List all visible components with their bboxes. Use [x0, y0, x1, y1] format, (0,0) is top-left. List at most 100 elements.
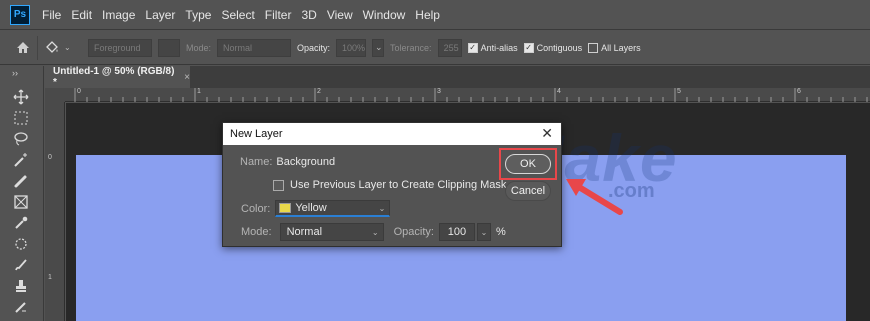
fill-source-select[interactable]: Foreground	[88, 38, 152, 57]
unchecked-box-icon	[588, 42, 599, 53]
tolerance-label: Tolerance:	[390, 42, 432, 53]
clipping-mask-row[interactable]: Use Previous Layer to Create Clipping Ma…	[273, 179, 506, 191]
mode-select[interactable]: Normal	[217, 38, 292, 57]
percent-label: %	[495, 226, 506, 238]
color-select[interactable]: Yellow ⌄	[275, 200, 391, 217]
vertical-ruler: 0 1	[45, 102, 65, 321]
magic-wand-tool[interactable]	[10, 151, 32, 169]
magic-wand-icon	[14, 153, 27, 167]
chevron-down-icon: ⌄	[64, 43, 71, 52]
ruler-number: 2	[317, 88, 321, 95]
opacity-dropdown[interactable]: ⌄	[476, 223, 491, 241]
move-icon	[13, 89, 29, 105]
menu-edit[interactable]: Edit	[66, 0, 97, 30]
opacity-input[interactable]: 100%	[336, 38, 367, 57]
document-tab-bar: Untitled-1 @ 50% (RGB/8) * ×	[45, 66, 870, 88]
healing-brush-icon	[14, 175, 27, 188]
checkmark-icon: ✓	[523, 42, 534, 53]
tool-preset-picker[interactable]: ⌄	[44, 36, 82, 60]
opacity-input[interactable]: 100	[438, 223, 475, 241]
menu-3d[interactable]: 3D	[296, 0, 321, 30]
all-layers-checkbox[interactable]: All Layers	[588, 42, 641, 53]
brush-tool[interactable]	[10, 256, 32, 274]
menu-bar: Ps File Edit Image Layer Type Select Fil…	[0, 0, 870, 30]
ok-button[interactable]: OK	[505, 154, 551, 174]
dialog-title: New Layer	[230, 128, 283, 140]
mode-label: Mode:	[186, 42, 212, 53]
opacity-label: Opacity:	[297, 42, 331, 53]
menu-filter[interactable]: Filter	[260, 0, 297, 30]
close-icon[interactable]: ×	[184, 72, 190, 83]
annotation-arrow-icon	[566, 179, 623, 215]
patch-tool[interactable]	[10, 235, 32, 253]
menu-help[interactable]: Help	[410, 0, 445, 30]
clipping-mask-checkbox[interactable]	[273, 179, 284, 191]
contiguous-label: Contiguous	[536, 42, 583, 53]
color-row: Color: Yellow ⌄	[241, 200, 391, 217]
ruler-number: 6	[797, 88, 801, 95]
lasso-tool[interactable]	[10, 130, 32, 148]
tolerance-input[interactable]: 255	[437, 38, 462, 57]
new-layer-dialog: New Layer ✕ Name: Background Use Previou…	[222, 122, 562, 247]
home-button[interactable]	[8, 35, 38, 60]
tools-panel: ››	[0, 66, 44, 321]
menu-file[interactable]: File	[38, 0, 66, 30]
healing-brush-tool[interactable]	[10, 172, 32, 190]
marquee-tool[interactable]	[10, 109, 32, 127]
contiguous-checkbox[interactable]: ✓ Contiguous	[523, 42, 583, 53]
ruler-number: 3	[437, 88, 441, 95]
ruler-number: 4	[557, 88, 561, 95]
stamp-tool[interactable]	[10, 277, 32, 295]
menu-select[interactable]: Select	[216, 0, 259, 30]
patch-icon	[15, 238, 27, 250]
anti-alias-checkbox[interactable]: ✓ Anti-alias	[467, 42, 518, 53]
chevron-down-icon: ⌄	[371, 227, 379, 237]
ruler-number: 1	[197, 88, 201, 95]
menu-view[interactable]: View	[322, 0, 358, 30]
cancel-button[interactable]: Cancel	[505, 181, 551, 201]
history-brush-icon	[15, 302, 26, 313]
lasso-icon	[14, 132, 28, 146]
blend-mode-value: Normal	[286, 226, 323, 238]
menu-image[interactable]: Image	[97, 0, 140, 30]
ruler-number: 0	[77, 88, 81, 95]
ruler-number: 0	[48, 154, 52, 161]
color-label: Color:	[241, 202, 271, 215]
layer-name-input[interactable]: Background	[276, 156, 335, 168]
history-brush-tool[interactable]	[10, 298, 32, 316]
eyedropper-tool[interactable]	[10, 214, 32, 232]
opacity-label: Opacity:	[393, 226, 434, 238]
document-tab[interactable]: Untitled-1 @ 50% (RGB/8) * ×	[45, 66, 190, 88]
options-bar: ⌄ Foreground Mode: Normal Opacity: 100% …	[0, 31, 870, 65]
paint-bucket-icon	[46, 40, 58, 53]
pattern-select[interactable]	[158, 38, 180, 57]
menu-window[interactable]: Window	[358, 0, 411, 30]
eyedropper-icon	[15, 216, 28, 229]
crop-tool[interactable]	[10, 193, 32, 211]
move-tool[interactable]	[10, 88, 32, 106]
marquee-icon	[14, 111, 28, 125]
crop-icon	[14, 195, 28, 209]
brush-icon	[15, 259, 27, 271]
mode-label: Mode:	[241, 226, 272, 238]
opacity-dropdown[interactable]: ⌄	[372, 38, 385, 57]
dialog-title-bar: New Layer ✕	[223, 123, 561, 145]
checkmark-icon: ✓	[467, 42, 478, 53]
clipping-mask-label: Use Previous Layer to Create Clipping Ma…	[290, 179, 507, 191]
ruler-corner	[45, 88, 65, 102]
menu-type[interactable]: Type	[180, 0, 216, 30]
close-icon[interactable]: ✕	[541, 126, 553, 140]
name-row: Name: Background	[240, 156, 335, 168]
chevron-down-icon: ⌄	[378, 203, 386, 213]
name-label: Name:	[240, 156, 273, 168]
ruler-number: 1	[48, 274, 52, 281]
anti-alias-label: Anti-alias	[480, 42, 518, 53]
blend-mode-select[interactable]: Normal ⌄	[279, 223, 384, 241]
collapse-panel-icon[interactable]: ››	[0, 66, 43, 78]
ruler-number: 5	[677, 88, 681, 95]
photoshop-logo: Ps	[10, 4, 30, 25]
menu-layer[interactable]: Layer	[140, 0, 180, 30]
mode-opacity-row: Mode: Normal ⌄ Opacity: 100 ⌄ %	[241, 223, 506, 241]
home-icon	[16, 42, 29, 53]
color-value: Yellow	[295, 202, 327, 214]
